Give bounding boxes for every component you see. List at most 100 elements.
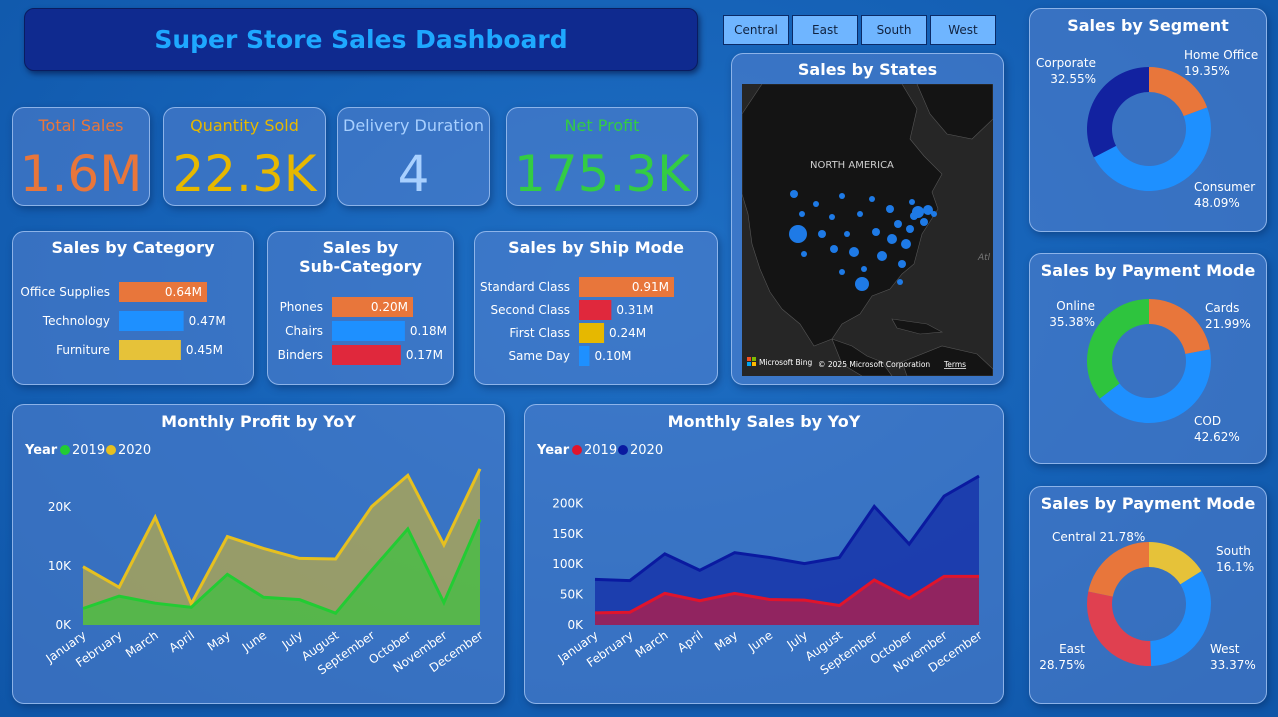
state-bubble [869, 196, 875, 202]
bar[interactable] [119, 311, 184, 331]
kpi-value: 175.3K [514, 145, 690, 203]
state-bubble [799, 211, 805, 217]
slice-label: COD [1194, 414, 1221, 428]
region-button-east[interactable]: East [792, 15, 858, 45]
bar-category-label: Second Class [490, 303, 570, 317]
x-tick-label: June [745, 628, 775, 655]
slice-percent: 32.55% [1050, 72, 1096, 86]
y-tick-label: 100K [552, 557, 584, 571]
bar-data-label: 0.18M [410, 324, 447, 338]
donut-slice[interactable] [1087, 67, 1149, 158]
state-bubble [857, 211, 863, 217]
card-sales-by-subcategory: Sales by Sub-Category Phones 0.20M Chairs 0… [267, 231, 454, 385]
bing-logo-square [747, 362, 751, 366]
category-bar-chart: Office Supplies 0.64M Technology 0.47M Furni… [20, 282, 226, 360]
kpi-value: 22.3K [172, 145, 317, 203]
legend-title: Year [24, 443, 58, 458]
map-terms-link[interactable]: Terms [943, 360, 966, 369]
card-monthly-profit: Monthly Profit by YoY Year 2019 2020 0K 10K 2… [12, 404, 505, 704]
card-monthly-sales: Monthly Sales by YoY Year 2019 2020 0K 50K 10… [524, 404, 1004, 704]
x-tick-label: March [123, 628, 161, 660]
legend-title: Year [536, 443, 570, 458]
bing-logo-square [752, 357, 756, 361]
y-tick-label: 50K [560, 588, 584, 602]
donut-slice[interactable] [1088, 542, 1149, 597]
legend-label[interactable]: 2019 [72, 443, 105, 458]
slice-label: Central 21.78% [1052, 530, 1145, 544]
state-bubble [813, 201, 819, 207]
bing-logo-square [752, 362, 756, 366]
state-bubble [887, 234, 897, 244]
slice-percent: 33.37% [1210, 658, 1256, 672]
state-bubble [818, 230, 826, 238]
y-tick-label: 20K [48, 500, 72, 514]
bar[interactable] [119, 340, 181, 360]
legend-marker [60, 445, 70, 455]
region-button-central[interactable]: Central [723, 15, 789, 45]
kpi-value: 1.6M [19, 145, 143, 203]
bar-data-label: 0.91M [632, 280, 669, 294]
state-bubble [894, 220, 902, 228]
monthly-sales-area-chart: Year 2019 20200K50K100K150K200KJanuaryFebr… [536, 443, 985, 678]
card-sales-by-category: Sales by Category Office Supplies 0.64M Te… [12, 231, 254, 385]
x-tick-label: July [279, 628, 306, 652]
map-ocean-label: Atl [977, 253, 991, 263]
state-bubble [830, 245, 838, 253]
card-sales-by-region: Sales by Payment Mode South 16.1% West 33.3… [1029, 486, 1267, 704]
state-bubble [909, 199, 915, 205]
kpi-label: Quantity Sold [190, 116, 299, 135]
bar[interactable] [332, 321, 405, 341]
bar[interactable] [332, 345, 401, 365]
slice-percent: 48.09% [1194, 196, 1240, 210]
kpi-delivery-duration: Delivery Duration 4 [337, 107, 490, 206]
donut-slice[interactable] [1087, 299, 1149, 399]
slice-percent: 28.75% [1039, 658, 1085, 672]
state-bubble [789, 225, 807, 243]
card-sales-by-ship-mode: Sales by Ship Mode Standard Class 0.91M Se… [474, 231, 718, 385]
bar-data-label: 0.45M [186, 343, 223, 357]
payment-donut-chart: Cards 21.99% COD 42.62% Online 35.38% [1049, 299, 1251, 444]
x-tick-label: April [675, 628, 706, 655]
region-button-west[interactable]: West [930, 15, 996, 45]
donut-slice[interactable] [1150, 571, 1211, 666]
monthly-profit-area-chart: Year 2019 20200K10K20KJanuaryFebruaryMarch… [24, 443, 486, 678]
y-tick-label: 10K [48, 559, 72, 573]
state-bubble [897, 279, 903, 285]
state-bubble [877, 251, 887, 261]
slice-percent: 19.35% [1184, 64, 1230, 78]
bar-category-label: Standard Class [480, 280, 570, 294]
slice-label: Online [1056, 299, 1095, 313]
kpi-total-sales: Total Sales 1.6M [12, 107, 150, 206]
bar[interactable] [579, 300, 612, 320]
slice-label: Consumer [1194, 180, 1255, 194]
kpi-label: Delivery Duration [343, 116, 484, 135]
bar[interactable] [579, 323, 605, 343]
slice-label: South [1216, 544, 1251, 558]
legend-label[interactable]: 2019 [584, 443, 617, 458]
region-donut-chart: South 16.1% West 33.37% East 28.75% Central 21… [1039, 530, 1256, 672]
states-map[interactable]: NORTH AMERICA Atl Microsoft Bing © 2025 … [742, 84, 993, 376]
shipmode-bar-chart: Standard Class 0.91M Second Class 0.31M Firs… [480, 277, 674, 366]
legend-label[interactable]: 2020 [630, 443, 663, 458]
donut-slice[interactable] [1099, 349, 1211, 423]
card-sales-by-segment: Sales by Segment Home Office 19.35% Consum… [1029, 8, 1267, 232]
slice-label: West [1210, 642, 1240, 656]
region-button-south[interactable]: South [861, 15, 927, 45]
state-bubble [829, 214, 835, 220]
x-tick-label: May [205, 628, 233, 654]
dashboard-title: Super Store Sales Dashboard [154, 25, 568, 54]
legend-label[interactable]: 2020 [118, 443, 151, 458]
kpi-label: Total Sales [38, 116, 124, 135]
donut-slice[interactable] [1087, 591, 1152, 666]
state-bubble [872, 228, 880, 236]
bar-category-label: Phones [280, 300, 323, 314]
map-copyright: © 2025 Microsoft Corporation [818, 360, 930, 369]
bar-category-label: Office Supplies [20, 285, 110, 299]
state-bubble [844, 231, 850, 237]
bar[interactable] [579, 346, 590, 366]
bar-category-label: Binders [278, 348, 323, 362]
state-bubble [931, 211, 937, 217]
bar-data-label: 0.17M [406, 348, 443, 362]
donut-slice[interactable] [1149, 299, 1210, 355]
bar-data-label: 0.31M [616, 303, 653, 317]
